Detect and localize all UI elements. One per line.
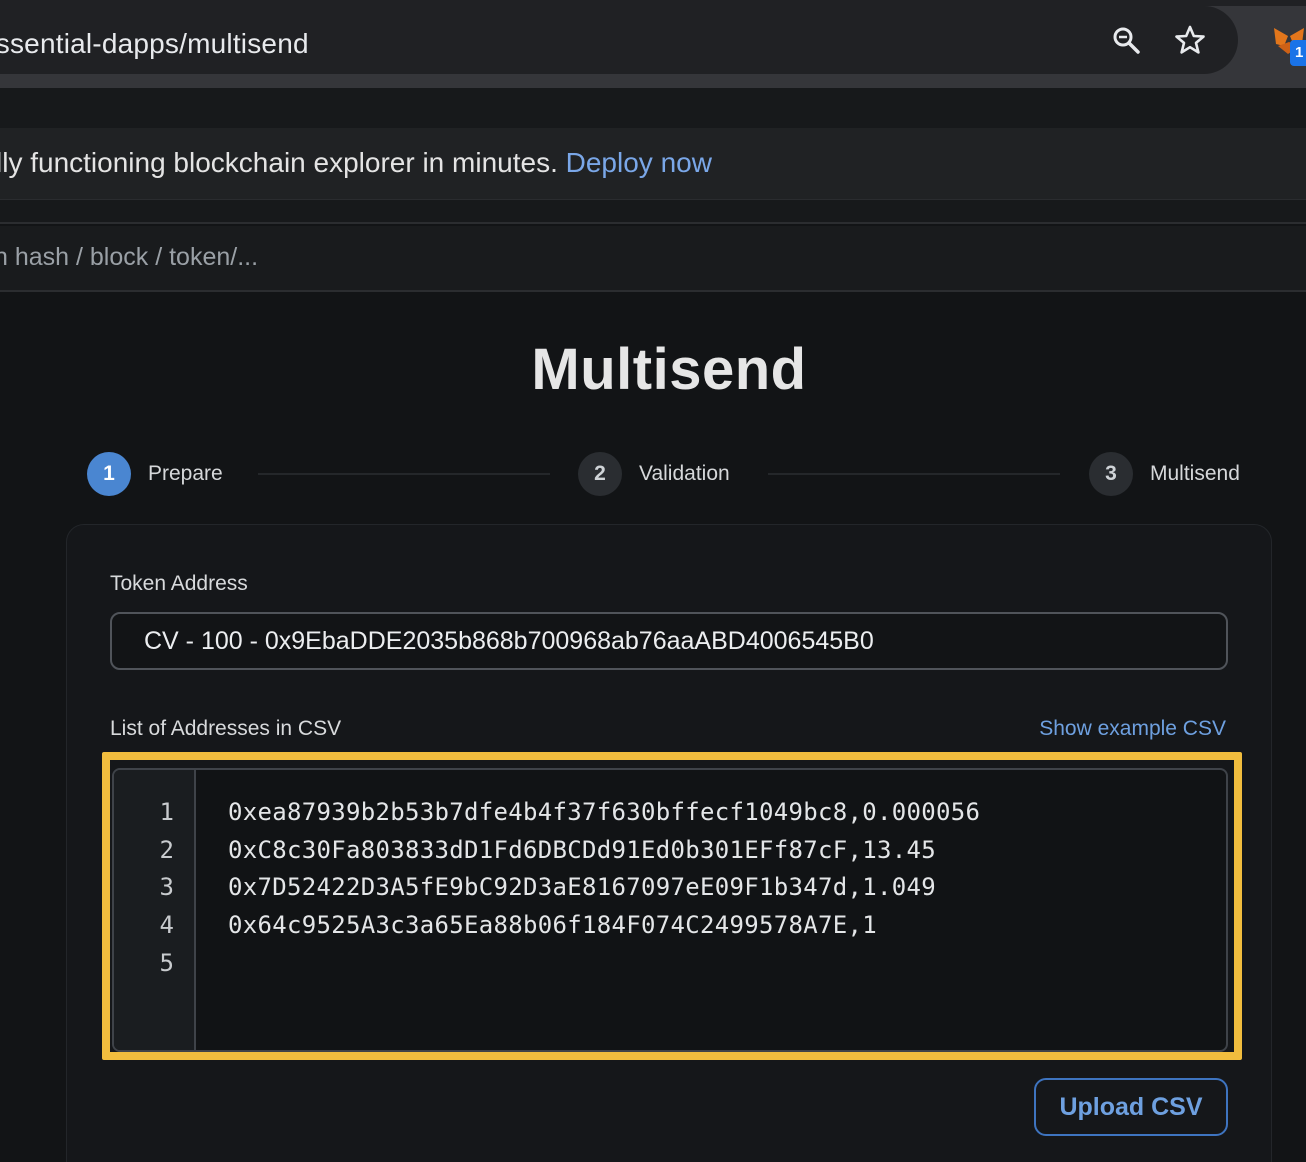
line-number: 2 xyxy=(159,836,174,864)
csv-line[interactable]: 0xea87939b2b53b7dfe4b4f37f630bffecf1049b… xyxy=(228,798,980,826)
csv-editor[interactable]: 1 2 3 4 5 0xea87939b2b53b7dfe4b4f37f630b… xyxy=(112,768,1228,1052)
line-number-gutter: 1 2 3 4 5 xyxy=(114,770,196,1050)
zoom-icon[interactable] xyxy=(1110,24,1142,56)
step-2-label: Validation xyxy=(639,462,730,485)
step-1-label: Prepare xyxy=(148,462,223,485)
csv-line[interactable]: 0x7D52422D3A5fE9bC92D3aE8167097eE09F1b34… xyxy=(228,873,936,901)
step-connector-2 xyxy=(768,473,1060,475)
page-title: Multisend xyxy=(531,337,807,402)
deploy-now-link[interactable]: Deploy now xyxy=(566,147,712,178)
promo-banner: lly functioning blockchain explorer in m… xyxy=(0,128,1306,200)
search-bar[interactable]: n hash / block / token/... xyxy=(0,226,1306,292)
address-bar[interactable]: essential-dapps/multisend xyxy=(0,6,1238,74)
bookmark-star-icon[interactable] xyxy=(1174,24,1206,56)
line-number: 4 xyxy=(159,911,174,939)
token-address-label: Token Address xyxy=(110,572,248,595)
search-placeholder[interactable]: n hash / block / token/... xyxy=(0,243,258,272)
csv-line[interactable]: 0x64c9525A3c3a65Ea88b06f184F074C2499578A… xyxy=(228,911,877,939)
csv-line[interactable]: 0xC8c30Fa803833dD1Fd6DBCDd91Ed0b301EFf87… xyxy=(228,836,936,864)
show-example-csv-link[interactable]: Show example CSV xyxy=(1039,717,1226,741)
url-text[interactable]: essential-dapps/multisend xyxy=(0,28,309,60)
line-number: 3 xyxy=(159,873,174,901)
upload-csv-button[interactable]: Upload CSV xyxy=(1034,1078,1228,1136)
header-gap xyxy=(0,200,1306,224)
step-1-circle: 1 xyxy=(87,452,131,496)
line-number: 1 xyxy=(159,798,174,826)
csv-list-label: List of Addresses in CSV xyxy=(110,717,342,740)
step-3-circle: 3 xyxy=(1089,452,1133,496)
banner-text: lly functioning blockchain explorer in m… xyxy=(0,147,712,179)
page-top-strip xyxy=(0,88,1306,128)
line-number: 5 xyxy=(159,949,174,977)
step-3-label: Multisend xyxy=(1150,462,1240,485)
step-connector-1 xyxy=(258,473,550,475)
extension-badge: 1 xyxy=(1290,40,1306,66)
banner-message: lly functioning blockchain explorer in m… xyxy=(0,147,558,178)
step-2-circle: 2 xyxy=(578,452,622,496)
browser-toolbar: essential-dapps/multisend 1 xyxy=(0,0,1306,88)
token-address-input[interactable] xyxy=(110,612,1228,670)
